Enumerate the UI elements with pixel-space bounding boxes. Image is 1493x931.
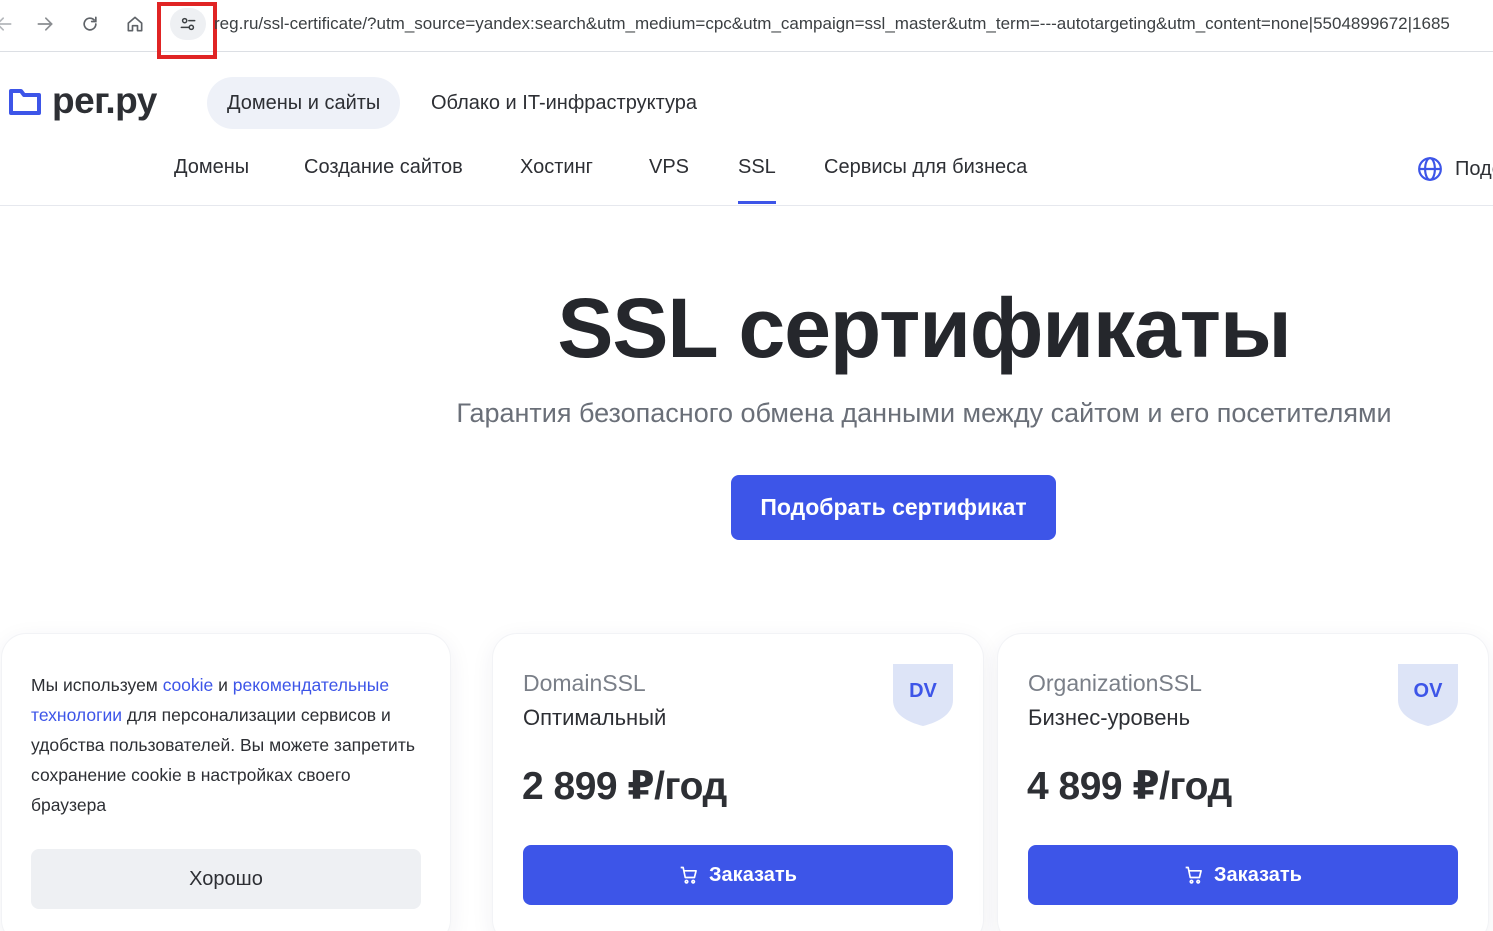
- browser-toolbar: reg.ru/ssl-certificate/?utm_source=yande…: [0, 0, 1493, 59]
- address-bar[interactable]: reg.ru/ssl-certificate/?utm_source=yande…: [214, 14, 1493, 34]
- shield-badge-icon: OV: [1398, 664, 1458, 726]
- nav-item-business-services[interactable]: Сервисы для бизнеса: [824, 156, 1027, 179]
- cookie-text-part: и: [213, 675, 233, 695]
- tab-cloud-infrastructure[interactable]: Облако и IT-инфраструктура: [411, 77, 717, 129]
- tab-domains-and-sites[interactable]: Домены и сайты: [207, 77, 401, 129]
- nav-item-ssl[interactable]: SSL: [738, 156, 776, 204]
- support-label: Подс: [1455, 157, 1493, 180]
- choose-certificate-button[interactable]: Подобрать сертификат: [731, 475, 1056, 540]
- cookie-text: Мы используем cookie и рекомендательные …: [31, 670, 426, 820]
- site-logo[interactable]: рег.ру: [8, 80, 157, 122]
- page-title: SSL сертификаты: [557, 281, 1291, 375]
- cookie-accept-button[interactable]: Хорошо: [31, 849, 421, 909]
- nav-item-site-builder[interactable]: Создание сайтов: [304, 156, 463, 179]
- order-button-label: Заказать: [709, 863, 797, 886]
- forward-arrow-icon[interactable]: [31, 10, 59, 38]
- certificate-level: Бизнес-уровень: [1028, 705, 1191, 730]
- globe-icon: [1418, 157, 1442, 181]
- nav-item-hosting[interactable]: Хостинг: [520, 156, 593, 179]
- ssl-card-organizationssl: OrganizationSSL Бизнес-уровень 4 899 ₽/г…: [998, 634, 1488, 931]
- certificate-price: 2 899 ₽/год: [522, 765, 727, 808]
- badge-label: DV: [909, 680, 937, 702]
- logo-text: рег.ру: [52, 80, 157, 121]
- nav-item-domains[interactable]: Домены: [174, 156, 249, 179]
- order-button[interactable]: Заказать: [1028, 845, 1458, 905]
- highlight-box: [157, 2, 217, 59]
- page-subtitle: Гарантия безопасного обмена данными межд…: [456, 398, 1392, 428]
- order-button-label: Заказать: [1214, 863, 1302, 886]
- certificate-name: OrganizationSSL: [1028, 670, 1202, 696]
- home-icon[interactable]: [121, 10, 149, 38]
- cart-icon: [680, 866, 697, 884]
- main-nav: Домены Создание сайтов Хостинг VPS SSL С…: [0, 140, 1493, 206]
- certificate-name: DomainSSL: [523, 670, 646, 696]
- back-arrow-icon[interactable]: [0, 10, 18, 38]
- support-link[interactable]: Подс: [1417, 156, 1493, 182]
- shield-badge-icon: DV: [893, 664, 953, 726]
- cart-icon: [1185, 866, 1202, 884]
- certificate-level: Оптимальный: [523, 705, 667, 730]
- certificate-price: 4 899 ₽/год: [1027, 765, 1232, 808]
- cookie-text-part: Мы используем: [31, 675, 163, 695]
- badge-label: OV: [1413, 680, 1443, 702]
- reload-icon[interactable]: [76, 10, 104, 38]
- cookie-link[interactable]: cookie: [163, 675, 214, 695]
- order-button[interactable]: Заказать: [523, 845, 953, 905]
- cookie-notice: Мы используем cookie и рекомендательные …: [2, 634, 450, 931]
- nav-item-vps[interactable]: VPS: [649, 156, 689, 179]
- logo-folder-icon: [9, 89, 41, 115]
- ssl-card-domainssl: DomainSSL Оптимальный 2 899 ₽/год DV Зак…: [493, 634, 983, 931]
